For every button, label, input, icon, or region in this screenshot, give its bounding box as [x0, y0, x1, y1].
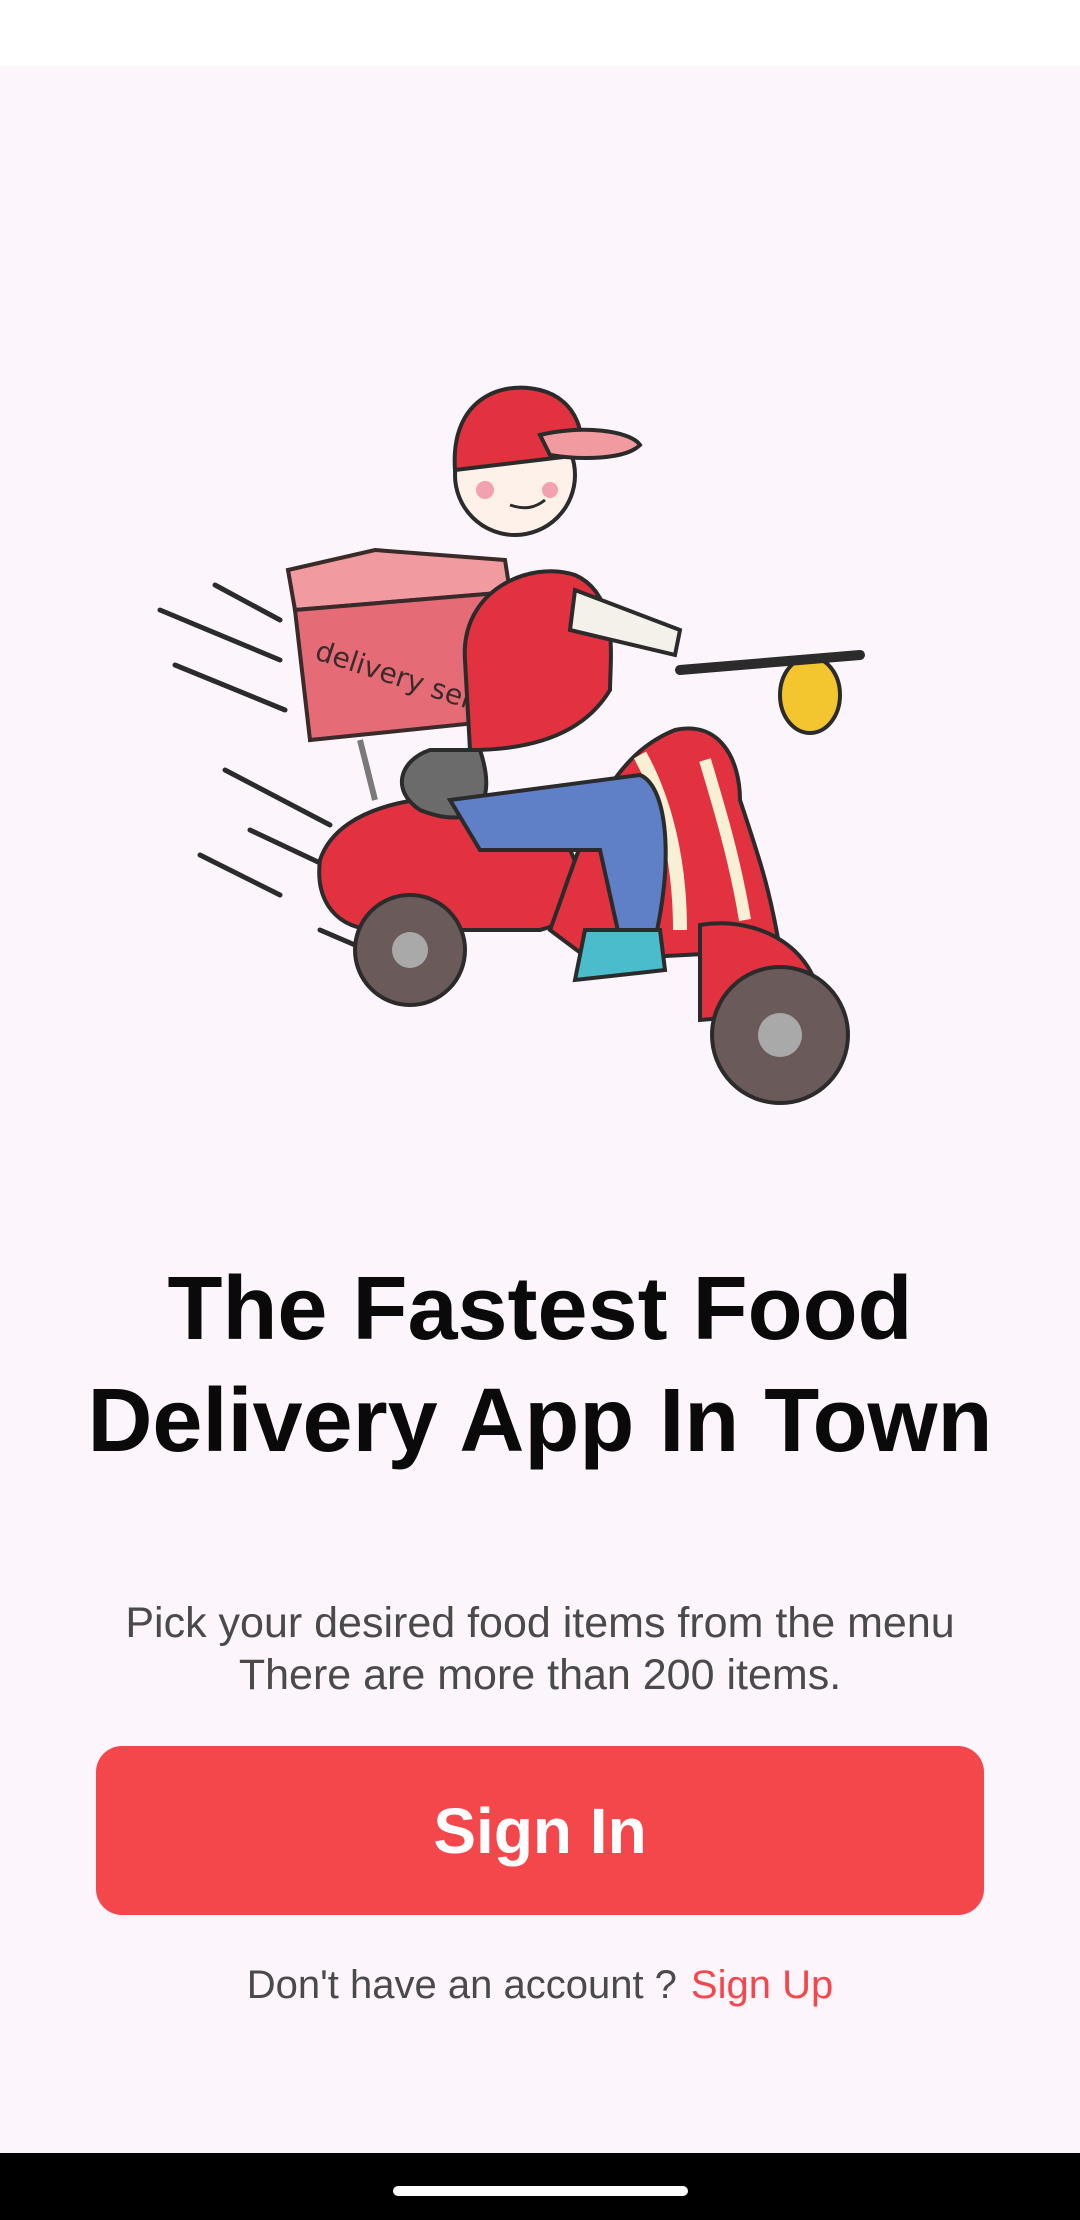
- home-indicator[interactable]: [393, 2186, 688, 2196]
- page-title: The Fastest Food Delivery App In Town: [87, 1259, 993, 1471]
- delivery-scooter-illustration: delivery service: [157, 385, 865, 1105]
- sign-in-button[interactable]: Sign In: [96, 1746, 984, 1915]
- subtitle-line-2: There are more than 200 items.: [238, 1651, 842, 1699]
- subtitle-line-1: Pick your desired food items from the me…: [125, 1599, 955, 1647]
- signup-row: Don't have an account ? Sign Up: [0, 1958, 1080, 2012]
- page-subtitle: Pick your desired food items from the me…: [60, 1597, 1020, 1701]
- signup-prompt: Don't have an account ?: [246, 1963, 677, 2007]
- sign-up-link[interactable]: Sign Up: [691, 1963, 833, 2007]
- status-bar: [0, 0, 1080, 66]
- navigation-bar: [0, 2153, 1080, 2220]
